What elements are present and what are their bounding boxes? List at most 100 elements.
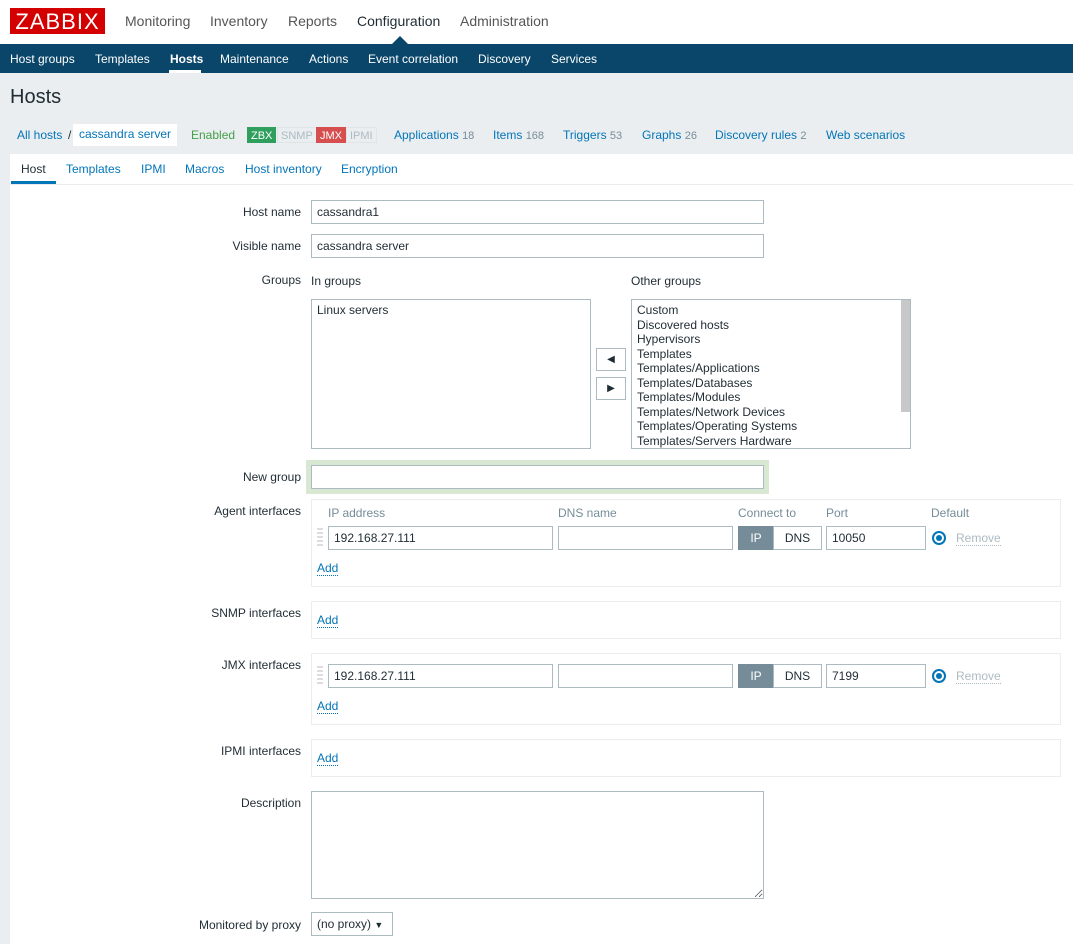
agent-default-radio[interactable] (932, 531, 946, 545)
move-right-button[interactable]: ▶ (596, 377, 626, 400)
submenu-event-correlation[interactable]: Event correlation (368, 52, 458, 66)
submenu-maintenance[interactable]: Maintenance (220, 52, 289, 66)
tab-macros[interactable]: Macros (185, 162, 224, 176)
host-name-input[interactable] (311, 200, 764, 224)
visible-name-input[interactable] (311, 234, 764, 258)
drag-handle-icon[interactable] (317, 528, 323, 548)
agent-ip-input[interactable] (328, 526, 553, 550)
link-graphs[interactable]: Graphs 26 (642, 128, 697, 142)
snmp-add-link[interactable]: Add (317, 613, 339, 628)
tab-templates[interactable]: Templates (66, 162, 121, 176)
submenu-services[interactable]: Services (551, 52, 597, 66)
breadcrumb-host[interactable]: cassandra server (73, 124, 178, 146)
menu-configuration[interactable]: Configuration (357, 13, 440, 29)
description-textarea[interactable] (311, 791, 764, 899)
group-option[interactable]: Templates/Servers Hardware (637, 434, 905, 449)
badge-jmx: JMX (316, 127, 346, 143)
link-label: Graphs (642, 128, 682, 142)
visible-name-label: Visible name (232, 239, 301, 253)
link-label: Discovery rules (715, 128, 798, 142)
arrow-left-icon: ◀ (607, 354, 615, 365)
snmp-interfaces-label: SNMP interfaces (211, 606, 301, 620)
jmx-dns-input[interactable] (558, 664, 733, 688)
agent-connect-ip-button[interactable]: IP (738, 526, 774, 550)
ipmi-interfaces-label: IPMI interfaces (220, 744, 301, 758)
in-groups-listbox[interactable]: Linux servers (311, 299, 591, 449)
zabbix-logo[interactable]: ZABBIX (10, 8, 105, 34)
group-option[interactable]: Linux servers (317, 303, 585, 318)
agent-port-input[interactable] (826, 526, 926, 550)
host-name-label: Host name (242, 205, 301, 219)
group-option[interactable]: Custom (637, 303, 905, 318)
jmx-default-radio[interactable] (932, 669, 946, 683)
link-triggers[interactable]: Triggers 53 (563, 128, 622, 142)
link-count: 168 (525, 130, 545, 142)
link-web-scenarios[interactable]: Web scenarios (826, 128, 905, 142)
groups-label: Groups (261, 273, 301, 287)
link-items[interactable]: Items 168 (493, 128, 544, 142)
menu-reports[interactable]: Reports (288, 13, 337, 29)
submenu-actions[interactable]: Actions (309, 52, 348, 66)
link-discovery-rules[interactable]: Discovery rules 2 (715, 128, 807, 142)
menu-monitoring[interactable]: Monitoring (125, 13, 190, 29)
link-label: Applications (394, 128, 459, 142)
submenu-host-groups[interactable]: Host groups (10, 52, 75, 66)
agent-remove-link[interactable]: Remove (956, 531, 1001, 546)
breadcrumb-separator: / (68, 128, 72, 142)
jmx-ip-input[interactable] (328, 664, 553, 688)
tab-encryption[interactable]: Encryption (341, 162, 398, 176)
link-count: 53 (609, 130, 623, 142)
col-port: Port (826, 506, 849, 520)
active-menu-caret (392, 36, 408, 44)
group-option[interactable]: Templates/Applications (637, 361, 905, 376)
submenu-templates[interactable]: Templates (95, 52, 150, 66)
submenu-discovery[interactable]: Discovery (478, 52, 531, 66)
tab-bar (10, 154, 1073, 185)
proxy-value: (no proxy) (317, 917, 372, 931)
col-default: Default (931, 506, 970, 520)
ipmi-add-link[interactable]: Add (317, 751, 339, 766)
move-left-button[interactable]: ◀ (596, 348, 626, 371)
proxy-select[interactable]: (no proxy) ▼ (311, 912, 393, 936)
group-option[interactable]: Templates/Network Devices (637, 405, 905, 420)
link-label: Items (493, 128, 523, 142)
new-group-input[interactable] (311, 465, 764, 489)
link-applications[interactable]: Applications 18 (394, 128, 474, 142)
group-option[interactable]: Templates/Operating Systems (637, 419, 905, 434)
group-option[interactable]: Discovered hosts (637, 318, 905, 333)
group-option[interactable]: Templates (637, 347, 905, 362)
tab-ipmi[interactable]: IPMI (141, 162, 166, 176)
jmx-port-input[interactable] (826, 664, 926, 688)
proxy-label: Monitored by proxy (198, 918, 301, 932)
badge-snmp: SNMP (277, 127, 317, 143)
description-label: Description (240, 796, 301, 810)
jmx-connect-ip-button[interactable]: IP (738, 664, 774, 688)
agent-add-link[interactable]: Add (317, 561, 339, 576)
new-group-label: New group (242, 470, 301, 484)
active-tab-underline (11, 181, 56, 184)
breadcrumb-all-hosts[interactable]: All hosts (17, 128, 62, 142)
scrollbar-thumb[interactable] (901, 300, 910, 412)
group-option[interactable]: Hypervisors (637, 332, 905, 347)
menu-administration[interactable]: Administration (460, 13, 549, 29)
ipmi-interfaces-box (311, 739, 1061, 777)
group-option[interactable]: Templates/Modules (637, 390, 905, 405)
badge-zbx: ZBX (247, 127, 277, 143)
tab-host-inventory[interactable]: Host inventory (245, 162, 322, 176)
agent-connect-dns-button[interactable]: DNS (773, 526, 822, 550)
group-option[interactable]: Templates/Databases (637, 376, 905, 391)
menu-inventory[interactable]: Inventory (210, 13, 268, 29)
other-groups-listbox[interactable]: Custom Discovered hosts Hypervisors Templat… (631, 299, 911, 449)
link-count: 2 (800, 130, 807, 142)
jmx-remove-link[interactable]: Remove (956, 669, 1001, 684)
jmx-interfaces-label: JMX interfaces (221, 658, 301, 672)
jmx-connect-dns-button[interactable]: DNS (773, 664, 822, 688)
link-label: Web scenarios (826, 128, 906, 142)
agent-dns-input[interactable] (558, 526, 733, 550)
tab-host[interactable]: Host (21, 162, 46, 176)
drag-handle-icon[interactable] (317, 666, 323, 686)
other-groups-label: Other groups (631, 274, 702, 288)
jmx-add-link[interactable]: Add (317, 699, 339, 714)
status-enabled[interactable]: Enabled (191, 128, 235, 142)
submenu-hosts[interactable]: Hosts (170, 52, 203, 66)
